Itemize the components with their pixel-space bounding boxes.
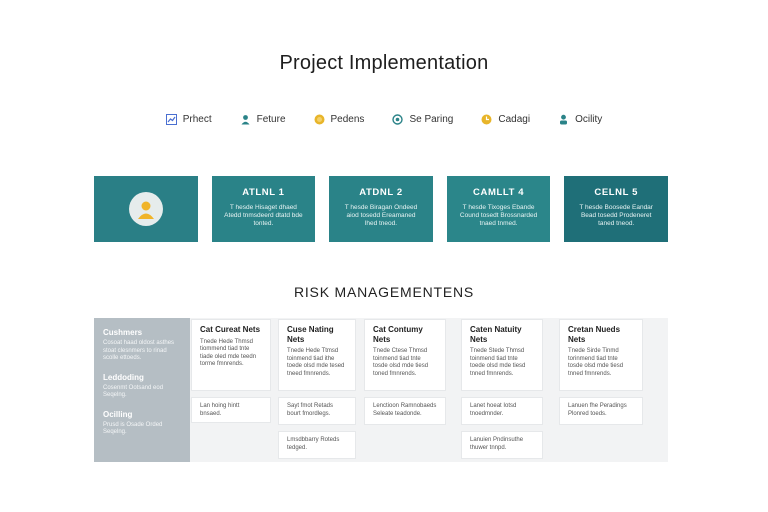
legend-label: Feture	[256, 114, 286, 125]
legend-item-prhect: Prhect	[165, 114, 212, 125]
legend-item-cadagi: Cadagi	[481, 114, 530, 125]
phase-title: CELNL 5	[594, 187, 638, 198]
risk-card: Lenctioon Ramnobaeds Seleate teadonde.	[365, 398, 445, 424]
risk-card: Lanuien Pndinsuthe thuwer tnnpd.	[462, 432, 542, 458]
risk-card: Lanet hoeat Iotsd tnoedmnder.	[462, 398, 542, 424]
risk-card-desc: Lan hoing hintt bnsaed.	[200, 403, 240, 417]
phase-row: ATLNL 1 T hesde Hisaget dhaed Atedd tnms…	[94, 176, 668, 242]
risk-card: Lan hoing hintt bnsaed.	[192, 398, 270, 422]
legend: Prhect Feture Pedens Se Paring Cadagi Oc…	[0, 114, 768, 125]
risk-card-desc: Tnede Ctese Thmsd toinmend tiad tnte tos…	[373, 348, 429, 377]
risk-card-title: Caten Natuity Nets	[470, 325, 522, 344]
clock-icon	[481, 114, 492, 125]
phase-box-1: ATLNL 1 T hesde Hisaget dhaed Atedd tnms…	[211, 176, 316, 242]
phase-title: ATLNL 1	[242, 187, 285, 198]
phase-box-2: ATDNL 2 T hesde Biragan Ondeed aiod tose…	[329, 176, 433, 242]
risk-section-title: RISK MANAGEMENTENS	[293, 284, 475, 300]
person-icon	[240, 114, 251, 125]
risk-card-desc: Tnede Hede Thmsd tiommend tiad tnte tiad…	[200, 338, 257, 368]
legend-item-feture: Feture	[240, 114, 286, 125]
risk-category: Ocilling Prusd is Osade Orded Seqelng.	[103, 410, 181, 437]
risk-card-title: Cat Contumy Nets	[373, 325, 423, 344]
risk-card-desc: Lanuen fhe Peradings Plonred toeds.	[568, 403, 627, 417]
risk-category-sidebar: Cushmers Cosoat haad oldost asthes stoat…	[94, 318, 190, 462]
risk-card-desc: Tnede Stede Thmsd toinmend tiad tnte toe…	[470, 348, 526, 377]
risk-card-desc: Tnede Hede Ttmsd toinmend tiad ithe toed…	[287, 348, 345, 377]
legend-label: Ocility	[575, 114, 603, 125]
risk-card-desc: Sayt fmot Retads bourt fmordlegs.	[287, 403, 334, 417]
phase-avatar-box	[94, 176, 198, 242]
phase-title: ATDNL 2	[359, 187, 403, 198]
user-avatar-icon	[128, 192, 163, 226]
risk-card-desc: Lenctioon Ramnobaeds Seleate teadonde.	[373, 403, 437, 417]
legend-label: Pedens	[330, 114, 365, 125]
legend-label: Prhect	[182, 114, 212, 125]
risk-category-title: Cushmers	[103, 328, 143, 337]
phase-title: CAMLLT 4	[473, 187, 525, 198]
risk-card: Lanuen fhe Peradings Plonred toeds.	[560, 398, 642, 424]
page-title: Project Implementation	[279, 52, 489, 74]
coin-icon	[314, 114, 325, 125]
phase-desc: T hesde Biragan Ondeed aiod tosedd Eream…	[344, 204, 418, 227]
risk-card-title: Cat Cureat Nets	[200, 325, 261, 334]
risk-card: Cretan Nueds Nets Tnede Sirde Tinmd tori…	[560, 320, 642, 390]
user-icon	[558, 114, 569, 125]
risk-category-desc: Cosoat haad oldost asthes stoat clesnmer…	[103, 340, 175, 361]
risk-card-title: Cretan Nueds Nets	[568, 325, 621, 344]
phase-box-5: CELNL 5 T hesde Boosede Eandar Bead tose…	[564, 176, 668, 242]
risk-category-desc: Cosenmt Ootsand eod Seqelng.	[103, 384, 164, 399]
risk-card-desc: Lanuien Pndinsuthe thuwer tnnpd.	[470, 437, 524, 451]
risk-category-desc: Prusd is Osade Orded Seqelng.	[103, 421, 163, 436]
risk-category: Leddoding Cosenmt Ootsand eod Seqelng.	[103, 373, 181, 400]
risk-card: Cat Contumy Nets Tnede Ctese Thmsd toinm…	[365, 320, 445, 390]
risk-category-title: Ocilling	[103, 409, 133, 419]
risk-card-title: Cuse Nating Nets	[287, 325, 334, 344]
legend-label: Cadagi	[498, 114, 531, 125]
risk-card-desc: Lmsdbbarry Roteds tedged.	[287, 437, 340, 451]
phase-box-4: CAMLLT 4 T hesde Tixoges Ebande Cound to…	[446, 176, 551, 242]
legend-item-se-paring: Se Paring	[392, 114, 453, 125]
risk-category-title: Leddoding	[103, 372, 144, 382]
risk-card: Lmsdbbarry Roteds tedged.	[279, 432, 355, 458]
risk-card-desc: Tnede Sirde Tinmd torinmend tiad tnte to…	[568, 348, 624, 377]
legend-item-pedens: Pedens	[314, 114, 365, 125]
risk-board: Cushmers Cosoat haad oldost asthes stoat…	[94, 318, 668, 462]
risk-card-desc: Lanet hoeat Iotsd tnoedmnder.	[470, 403, 517, 417]
settings-icon	[392, 114, 404, 125]
chart-icon	[165, 114, 177, 125]
risk-card: Sayt fmot Retads bourt fmordlegs.	[279, 398, 355, 424]
risk-category: Cushmers Cosoat haad oldost asthes stoat…	[103, 328, 181, 363]
phase-desc: T hesde Hisaget dhaed Atedd tnmsdeerd dt…	[224, 204, 303, 227]
risk-card: Caten Natuity Nets Tnede Stede Thmsd toi…	[462, 320, 542, 390]
phase-desc: T hesde Tixoges Ebande Cound tosedt Bros…	[459, 204, 538, 227]
phase-desc: T hesde Boosede Eandar Bead tosedd Prode…	[579, 204, 653, 227]
risk-card: Cat Cureat Nets Tnede Hede Thmsd tiommen…	[192, 320, 270, 390]
legend-label: Se Paring	[409, 114, 454, 125]
risk-card: Cuse Nating Nets Tnede Hede Ttmsd toinme…	[279, 320, 355, 390]
legend-item-ocility: Ocility	[558, 114, 602, 125]
